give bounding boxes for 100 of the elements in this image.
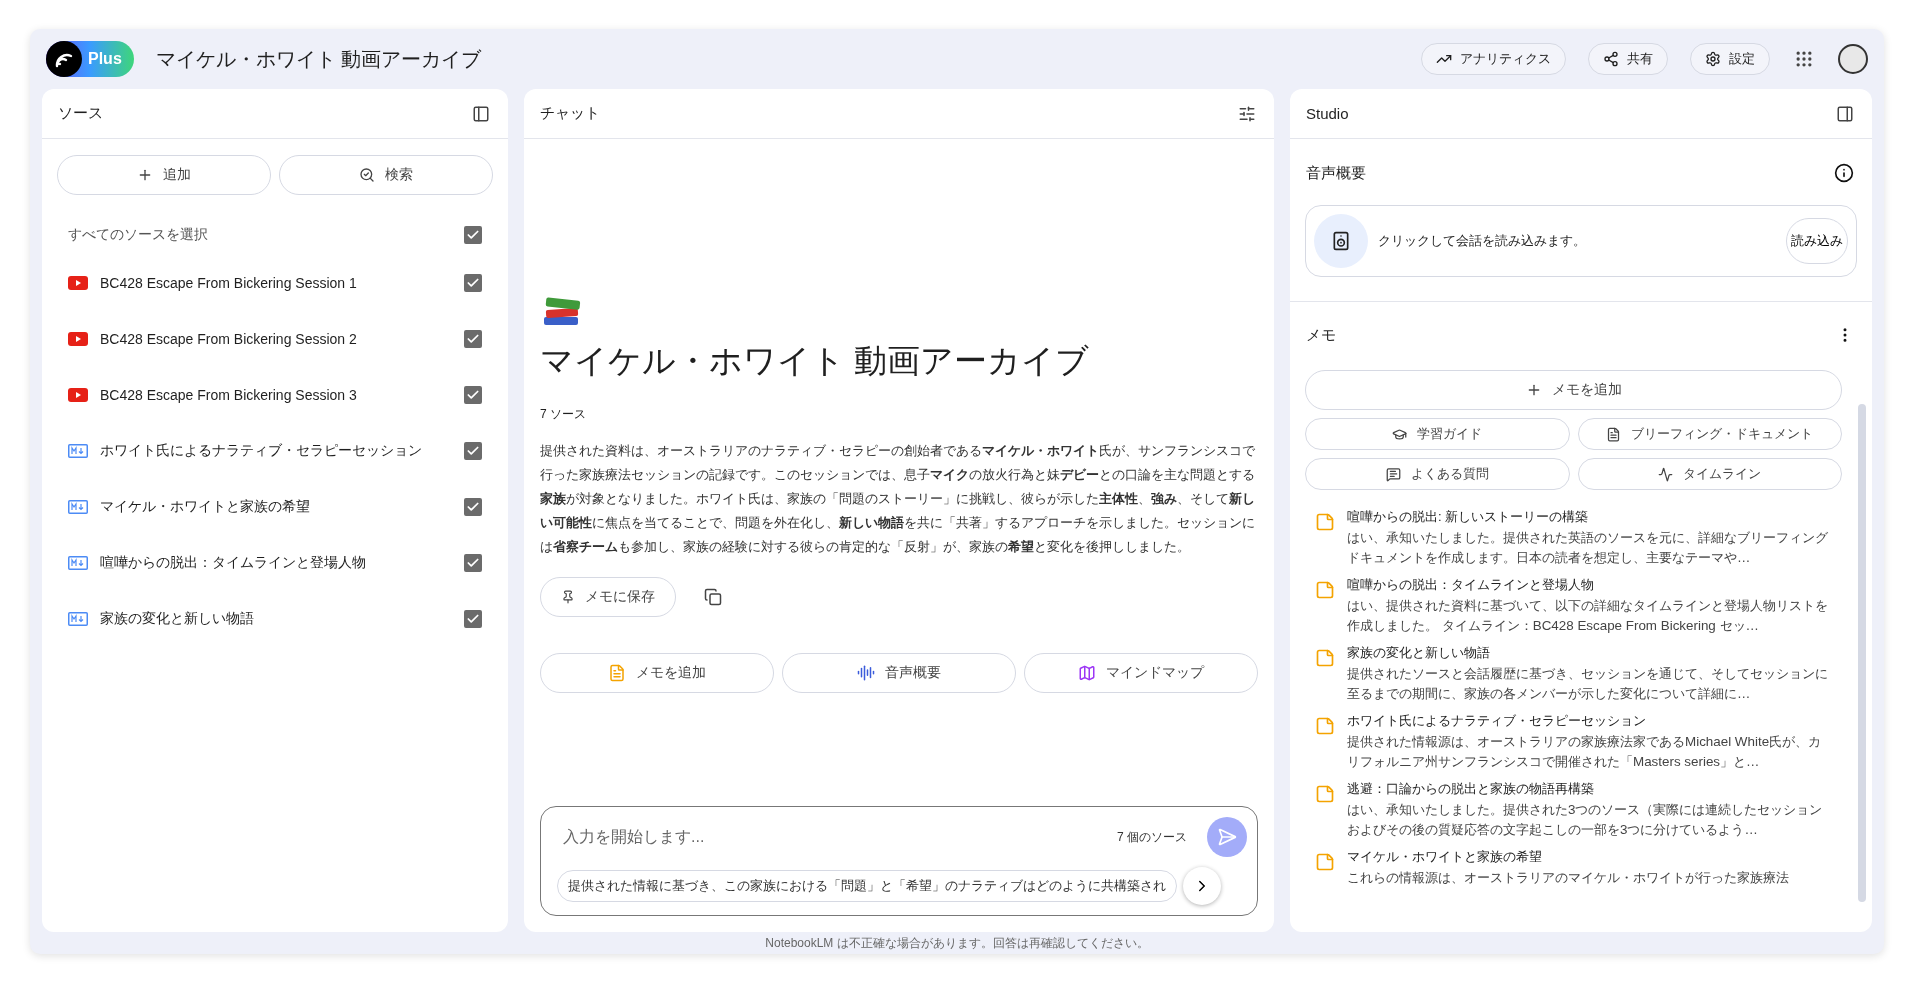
audio-button[interactable]: 音声概要 xyxy=(782,653,1016,693)
note-title: 喧嘩からの脱出：タイムラインと登場人物 xyxy=(1347,576,1595,594)
markdown-icon xyxy=(68,444,88,458)
settings-icon xyxy=(1705,51,1721,67)
check-icon xyxy=(466,276,480,290)
document-icon xyxy=(1606,426,1622,442)
mindmap-button[interactable]: マインドマップ xyxy=(1024,653,1258,693)
trend-line-icon xyxy=(1658,466,1674,482)
source-title[interactable]: ホワイト氏によるナラティブ・セラピーセッション xyxy=(100,442,452,460)
check-icon xyxy=(466,556,480,570)
source-title[interactable]: BC428 Escape From Bickering Session 1 xyxy=(100,275,452,291)
check-icon xyxy=(466,500,480,514)
panel-title: ソース xyxy=(58,104,103,123)
note-item[interactable]: ホワイト氏によるナラティブ・セラピーセッション 提供された情報源は、オーストラリアの家族療法家であるMichael White氏が、カリフォルニア州サンフランシスコで開催された「Masters series」と… xyxy=(1305,712,1842,772)
note-button[interactable]: メモを追加 xyxy=(540,653,774,693)
disclaimer: NotebookLM は不正確な場合があります。回答は再確認してください。 xyxy=(764,934,1150,952)
note-icon xyxy=(1315,512,1335,532)
source-title[interactable]: BC428 Escape From Bickering Session 3 xyxy=(100,387,452,403)
note-title: マイケル・ホワイトと家族の希望 xyxy=(1347,848,1543,866)
add-memo-button[interactable]: メモを追加 xyxy=(1305,370,1842,410)
info-icon[interactable] xyxy=(1832,161,1856,185)
note-icon xyxy=(1315,580,1335,600)
copy-icon[interactable] xyxy=(702,586,724,608)
checkbox[interactable] xyxy=(464,610,482,628)
suggestion-chip[interactable]: 提供された情報に基づき、この家族における「問題」と「希望」のナラティブはどのように共構築され xyxy=(557,870,1177,902)
video-play-icon xyxy=(68,332,88,346)
graduation-cap-icon xyxy=(1392,426,1408,442)
load-button[interactable]: 読み込み xyxy=(1786,218,1848,264)
map-icon xyxy=(1078,664,1096,682)
scrollbar[interactable] xyxy=(1858,404,1866,902)
video-play-icon xyxy=(68,276,88,290)
note-item[interactable]: マイケル・ホワイトと家族の希望 これらの情報源は、オーストラリアのマイケル・ホワイトが行った家族療法 xyxy=(1305,848,1842,888)
checkbox[interactable] xyxy=(464,226,482,244)
section-title: 音声概要 xyxy=(1306,163,1366,183)
markdown-icon xyxy=(68,556,88,570)
settings-button[interactable]: 設定 xyxy=(1690,43,1770,75)
video-play-icon xyxy=(68,388,88,402)
notebook-heading: マイケル・ホワイト 動画アーカイブ xyxy=(540,341,1091,381)
checkbox[interactable] xyxy=(464,554,482,572)
share-button[interactable]: 共有 xyxy=(1588,43,1668,75)
save-note-button[interactable]: メモに保存 xyxy=(540,577,676,617)
analytics-button[interactable]: アナリティクス xyxy=(1421,43,1566,75)
source-title[interactable]: 家族の変化と新しい物語 xyxy=(100,610,452,628)
note-title: ホワイト氏によるナラティブ・セラピーセッション xyxy=(1347,712,1647,730)
note-item[interactable]: 喧嘩からの脱出：タイムラインと登場人物 はい、提供された資料に基づいて、以下の詳細なタイムラインと登場人物リストを作成しました。 タイムライン：BC428 Escape From Bickering セッ… xyxy=(1305,576,1842,636)
panel-title: Studio xyxy=(1306,105,1349,122)
audio-wave-icon xyxy=(857,664,875,682)
note-preview: 提供されたソースと会話履歴に基づき、セッションを通じて、そしてセッションに至るまでの期間に、家族の各メンバーが示した変化について詳細に… xyxy=(1347,665,1829,703)
source-title[interactable]: BC428 Escape From Bickering Session 2 xyxy=(100,331,452,347)
avatar[interactable] xyxy=(1838,44,1868,74)
note-title: 逃避：口論からの脱出と家族の物語再構築 xyxy=(1347,780,1595,798)
section-title: メモ xyxy=(1306,325,1336,345)
checkbox[interactable] xyxy=(464,274,482,292)
check-icon xyxy=(466,388,480,402)
note-title: 喧嘩からの脱出: 新しいストーリーの構築 xyxy=(1347,508,1590,526)
add-source-button[interactable]: 追加 xyxy=(57,155,271,195)
chat-lines-icon xyxy=(1385,466,1401,482)
speaker-icon xyxy=(1314,214,1368,268)
summary-paragraph: 提供された資料は、オーストラリアのナラティブ・セラピーの創始者であるマイケル・ホワイト氏が、サンフランシスコで行った家族療法セッションの記録です。このセッションでは、息子マイクの放火行為と妹デビーとの口論を主な問題とする家族が対象となりました。ホワイト氏は、家族の「問題のストーリー」に挑戦し、彼らが示した主体性、強み、そして新しい可能性に焦点を当てることで、問題を外在化し、新しい物語を共に「共著」するアプローチを示しました。セッションには省察チームも参加し、家族の経験に対する彼らの肯定的な「反射」が、家族の希望と変化を後押ししました。 xyxy=(540,443,1256,556)
source-count: 7 個のソース xyxy=(1117,828,1187,846)
note-icon xyxy=(608,664,626,682)
panel-title: チャット xyxy=(540,104,600,123)
timeline-button[interactable]: タイムライン xyxy=(1577,458,1842,490)
note-preview: 提供された情報源は、オーストラリアの家族療法家であるMichael White氏が、カリフォルニア州サンフランシスコで開催された「Masters series」と… xyxy=(1347,733,1823,771)
note-item[interactable]: 喧嘩からの脱出: 新しいストーリーの構築 はい、承知いたしました。提供された英語のソースを元に、詳細なブリーフィングドキュメントを作成します。日本の読者を想定し、主要なテーマや… xyxy=(1305,508,1842,568)
checkbox[interactable] xyxy=(464,330,482,348)
note-item[interactable]: 逃避：口論からの脱出と家族の物語再構築 はい、承知いたしました。提供された3つのソース（実際には連続したセッションおよびその後の質疑応答の文字起こしの一部を3つに分けているよう… xyxy=(1305,780,1842,840)
source-title[interactable]: 喧嘩からの脱出：タイムラインと登場人物 xyxy=(100,554,452,572)
logo-icon xyxy=(46,41,82,77)
note-icon xyxy=(1315,648,1335,668)
markdown-icon xyxy=(68,612,88,626)
checkbox[interactable] xyxy=(464,498,482,516)
faq-button[interactable]: よくある質問 xyxy=(1305,458,1570,490)
source-title[interactable]: マイケル・ホワイトと家族の希望 xyxy=(100,498,452,516)
note-icon xyxy=(1315,784,1335,804)
check-icon xyxy=(466,444,480,458)
guide-button[interactable]: 学習ガイド xyxy=(1305,418,1570,450)
note-preview: はい、承知いたしました。提供された英語のソースを元に、詳細なブリーフィングドキュメントを作成します。日本の読者を想定し、主要なテーマや… xyxy=(1347,529,1829,567)
select-all-label: すべてのソースを選択 xyxy=(68,226,209,244)
note-item[interactable]: 家族の変化と新しい物語 提供されたソースと会話履歴に基づき、セッションを通じて、そしてセッションに至るまでの期間に、家族の各メンバーが示した変化について詳細に… xyxy=(1305,644,1842,704)
note-icon xyxy=(1315,716,1335,736)
audio-prompt: クリックして会話を読み込みます。 xyxy=(1378,232,1587,250)
share-icon xyxy=(1603,51,1619,67)
source-count: 7 ソース xyxy=(540,406,587,423)
note-preview: はい、承知いたしました。提供された3つのソース（実際には連続したセッションおよびその後の質疑応答の文字起こしの一部を3つに分けているよう… xyxy=(1347,801,1824,839)
check-icon xyxy=(466,228,480,242)
pin-icon xyxy=(561,590,575,604)
plus-icon xyxy=(137,167,153,183)
note-preview: はい、提供された資料に基づいて、以下の詳細なタイムラインと登場人物リストを作成しました。 タイムライン：BC428 Escape From Bickering セッ… xyxy=(1347,597,1829,635)
send-icon xyxy=(1217,827,1237,847)
search-icon xyxy=(359,167,375,183)
search-button[interactable]: 検索 xyxy=(279,155,493,195)
briefing-button[interactable]: ブリーフィング・ドキュメント xyxy=(1577,418,1842,450)
notebook-title: マイケル・ホワイト 動画アーカイブ xyxy=(155,46,483,72)
markdown-icon xyxy=(68,500,88,514)
checkbox[interactable] xyxy=(464,442,482,460)
checkbox[interactable] xyxy=(464,386,482,404)
check-icon xyxy=(466,332,480,346)
note-icon xyxy=(1315,852,1335,872)
note-preview: これらの情報源は、オーストラリアのマイケル・ホワイトが行った家族療法 xyxy=(1347,869,1789,887)
